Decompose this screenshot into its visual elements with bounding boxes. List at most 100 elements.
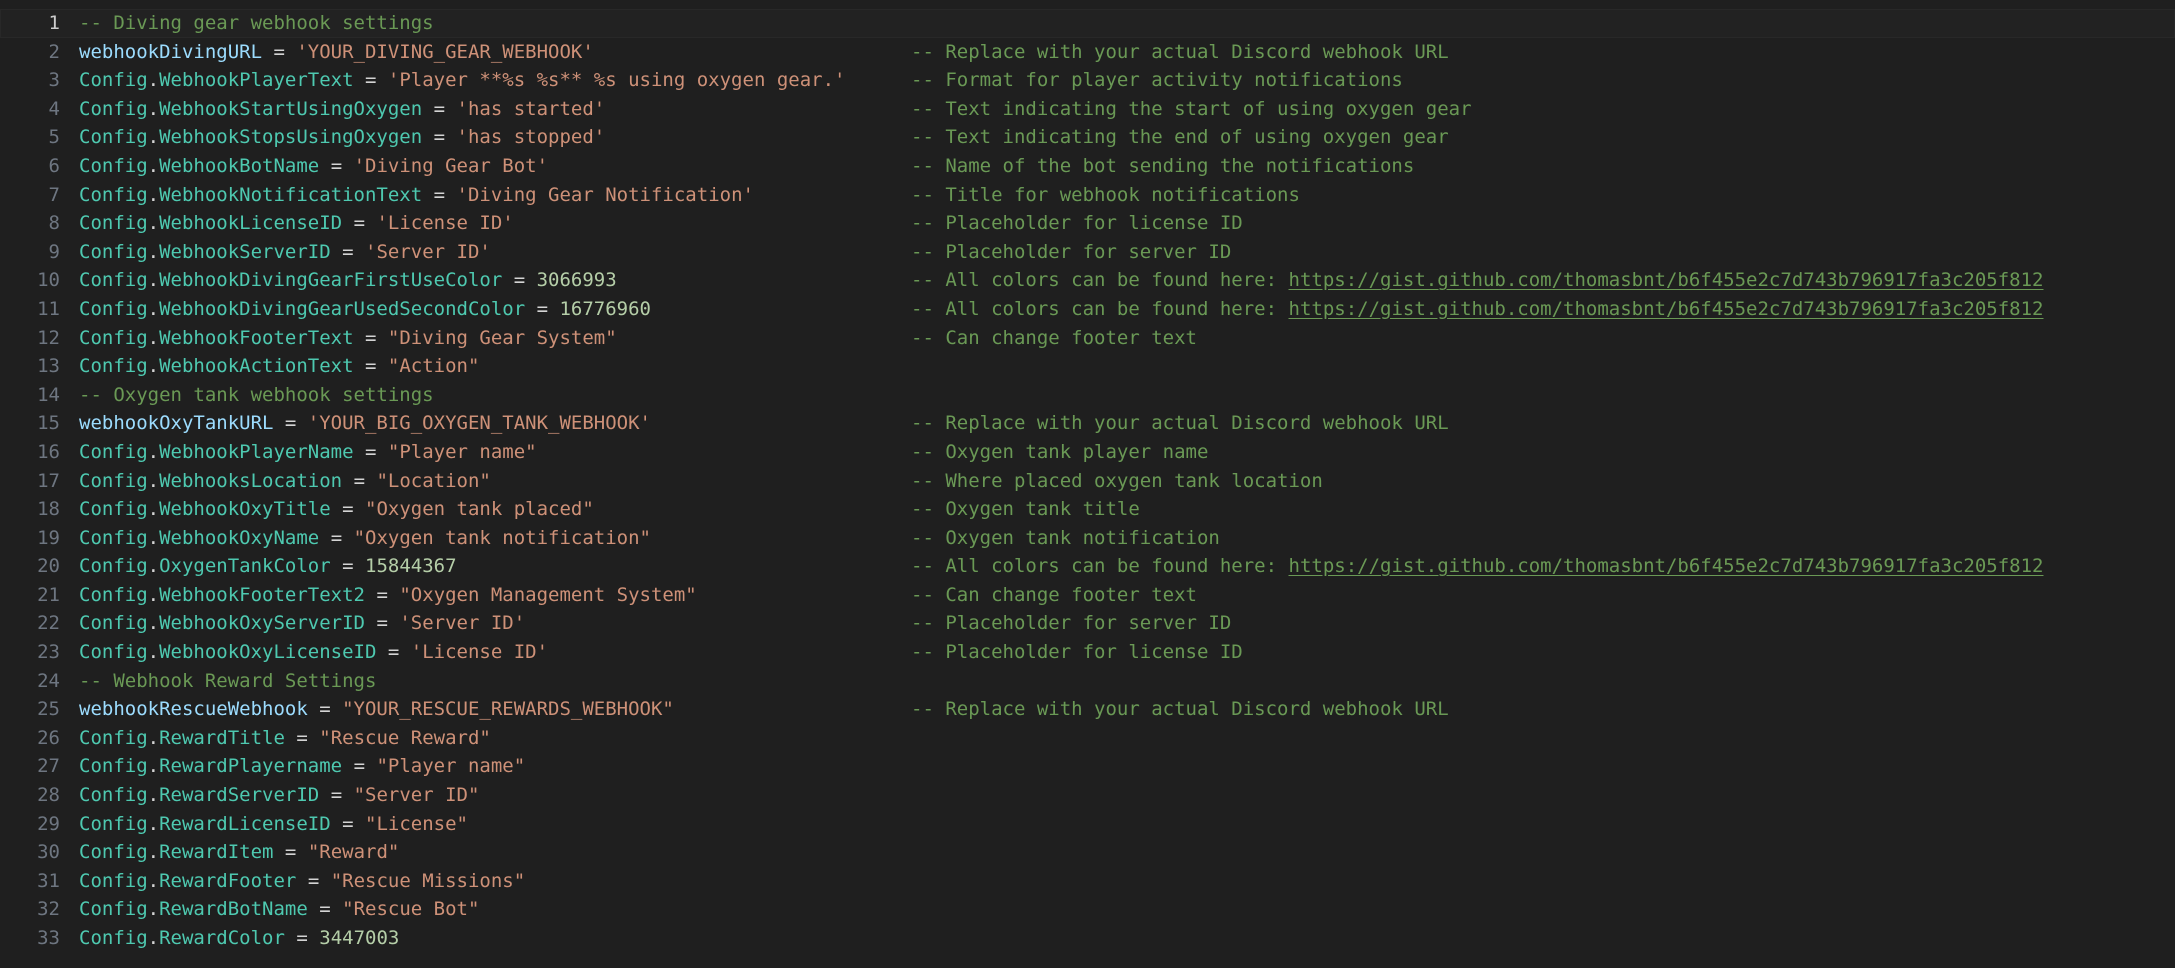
code-editor[interactable]: 1 -- Diving gear webhook settings 2 webhook… <box>0 9 2175 968</box>
code-line[interactable]: 22 Config.WebhookOxyServerID = 'Server ID… <box>0 609 2175 638</box>
code-line[interactable]: 1 -- Diving gear webhook settings <box>0 9 2175 38</box>
code-line[interactable]: 15 webhookOxyTankURL = 'YOUR_BIG_OXYGEN_T… <box>0 409 2175 438</box>
code-line[interactable]: 12 Config.WebhookFooterText = "Diving Gea… <box>0 324 2175 353</box>
config-table: Config <box>79 526 148 549</box>
code-line[interactable]: 26 Config.RewardTitle = "Rescue Reward" <box>0 724 2175 753</box>
dot-operator: . <box>147 326 160 349</box>
dot-operator: . <box>147 183 160 206</box>
config-table: Config <box>79 212 148 235</box>
code-line[interactable]: 3 Config.WebhookPlayerText = 'Player **%s… <box>0 66 2175 95</box>
config-value: "Oxygen tank placed" <box>365 498 594 521</box>
assign-operator: = <box>353 326 388 349</box>
assign-operator: = <box>284 927 320 949</box>
comment-text: -- All colors can be found here: <box>911 269 1289 292</box>
inline-comment: -- All colors can be found here: https:/… <box>911 552 2043 581</box>
config-value: 'Diving Gear Notification' <box>456 183 754 206</box>
line-number: 31 <box>37 869 60 892</box>
dot-operator: . <box>147 240 160 263</box>
config-value: 15844367 <box>365 555 457 578</box>
code-line[interactable]: 7 Config.WebhookNotificationText = 'Divin… <box>0 181 2175 210</box>
comment-text: -- Replace with your actual Discord webh… <box>911 698 1449 721</box>
config-table: Config <box>79 440 148 463</box>
line-number: 16 <box>37 440 60 463</box>
config-table: Config <box>79 898 148 921</box>
code-line[interactable]: 33 Config.RewardColor = 3447003 <box>0 924 2175 953</box>
code-line[interactable]: 24 -- Webhook Reward Settings <box>0 667 2175 696</box>
gist-link[interactable]: https://gist.github.com/thomasbnt/b6f455… <box>1289 298 2044 320</box>
code-line[interactable]: 5 Config.WebhookStopsUsingOxygen = 'has s… <box>0 123 2175 152</box>
code-line[interactable]: 8 Config.WebhookLicenseID = 'License ID' -… <box>0 209 2175 238</box>
variable-name: webhookOxyTankURL <box>79 412 274 435</box>
config-table: Config <box>79 641 148 664</box>
code-line[interactable]: 13 Config.WebhookActionText = "Action" <box>0 352 2175 381</box>
config-property: OxygenTankColor <box>159 555 331 578</box>
inline-comment: -- Text indicating the end of using oxyg… <box>911 123 1449 152</box>
comment-text: -- All colors can be found here: <box>911 555 1289 578</box>
code-line[interactable]: 16 Config.WebhookPlayerName = "Player nam… <box>0 438 2175 467</box>
assign-operator: = <box>307 898 343 921</box>
line-number: 33 <box>37 927 60 949</box>
code-line[interactable]: 29 Config.RewardLicenseID = "License" <box>0 810 2175 839</box>
code-text: -- Oxygen tank webhook settings <box>79 381 434 410</box>
code-line[interactable]: 27 Config.RewardPlayername = "Player name… <box>0 752 2175 781</box>
code-line[interactable]: 21 Config.WebhookFooterText2 = "Oxygen Ma… <box>0 581 2175 610</box>
code-text: Config.WebhooksLocation = "Location" <box>79 467 491 496</box>
code-line[interactable]: 6 Config.WebhookBotName = 'Diving Gear Bo… <box>0 152 2175 181</box>
config-value: 'License ID' <box>410 641 549 664</box>
code-line[interactable]: 9 Config.WebhookServerID = 'Server ID' -- … <box>0 238 2175 267</box>
dot-operator: . <box>147 755 160 778</box>
line-number: 24 <box>37 669 60 692</box>
dot-operator: . <box>147 583 160 606</box>
config-property: WebhooksLocation <box>159 469 343 492</box>
code-line[interactable]: 14 -- Oxygen tank webhook settings <box>0 381 2175 410</box>
gist-link[interactable]: https://gist.github.com/thomasbnt/b6f455… <box>1289 269 2044 291</box>
line-number: 29 <box>37 812 60 835</box>
config-property: WebhookPlayerName <box>159 440 354 463</box>
line-number: 25 <box>37 698 60 721</box>
config-value: "Oxygen Management System" <box>399 583 697 606</box>
code-line[interactable]: 11 Config.WebhookDivingGearUsedSecondColo… <box>0 295 2175 324</box>
config-property: WebhookOxyName <box>159 526 320 549</box>
code-line[interactable]: 10 Config.WebhookDivingGearFirstUseColor … <box>0 266 2175 295</box>
inline-comment: -- Replace with your actual Discord webh… <box>911 409 1449 438</box>
assign-operator: = <box>307 698 343 721</box>
code-text: Config.RewardTitle = "Rescue Reward" <box>79 724 491 753</box>
line-number: 12 <box>37 326 60 349</box>
config-table: Config <box>79 97 148 120</box>
code-line[interactable]: 28 Config.RewardServerID = "Server ID" <box>0 781 2175 810</box>
assign-operator: = <box>353 355 388 378</box>
inline-comment: -- Format for player activity notificati… <box>911 66 1403 95</box>
code-line[interactable]: 4 Config.WebhookStartUsingOxygen = 'has s… <box>0 95 2175 124</box>
code-line[interactable]: 18 Config.WebhookOxyTitle = "Oxygen tank … <box>0 495 2175 524</box>
gist-link[interactable]: https://gist.github.com/thomasbnt/b6f455… <box>1289 555 2044 577</box>
comment-text: -- Replace with your actual Discord webh… <box>911 412 1449 435</box>
config-value: "Rescue Reward" <box>319 726 491 749</box>
config-property: WebhookStartUsingOxygen <box>159 97 423 120</box>
config-value: "Location" <box>376 469 491 492</box>
config-value: "Action" <box>387 355 480 378</box>
inline-comment: -- Placeholder for license ID <box>911 638 1243 667</box>
config-property: RewardLicenseID <box>159 812 331 835</box>
config-property: WebhookActionText <box>159 355 354 378</box>
dot-operator: . <box>147 469 160 492</box>
dot-operator: . <box>147 641 160 664</box>
code-text: Config.WebhookPlayerText = 'Player **%s … <box>79 66 845 95</box>
line-number: 14 <box>37 383 60 406</box>
code-line[interactable]: 23 Config.WebhookOxyLicenseID = 'License … <box>0 638 2175 667</box>
line-number: 1 <box>48 12 60 34</box>
code-line[interactable]: 25 webhookRescueWebhook = "YOUR_RESCUE_RE… <box>0 695 2175 724</box>
dot-operator: . <box>147 97 160 120</box>
line-number: 17 <box>37 469 60 492</box>
code-line[interactable]: 32 Config.RewardBotName = "Rescue Bot" <box>0 895 2175 924</box>
config-property: RewardTitle <box>159 726 285 749</box>
config-value: "Rescue Bot" <box>342 898 480 921</box>
config-table: Config <box>79 812 148 835</box>
code-line[interactable]: 2 webhookDivingURL = 'YOUR_DIVING_GEAR_WE… <box>0 38 2175 67</box>
code-line[interactable]: 31 Config.RewardFooter = "Rescue Missions… <box>0 867 2175 896</box>
code-line[interactable]: 30 Config.RewardItem = "Reward" <box>0 838 2175 867</box>
line-number: 22 <box>37 612 60 635</box>
line-number: 8 <box>48 212 60 235</box>
code-line[interactable]: 17 Config.WebhooksLocation = "Location" --… <box>0 467 2175 496</box>
code-line[interactable]: 19 Config.WebhookOxyName = "Oxygen tank n… <box>0 524 2175 553</box>
code-line[interactable]: 20 Config.OxygenTankColor = 15844367 -- Al… <box>0 552 2175 581</box>
